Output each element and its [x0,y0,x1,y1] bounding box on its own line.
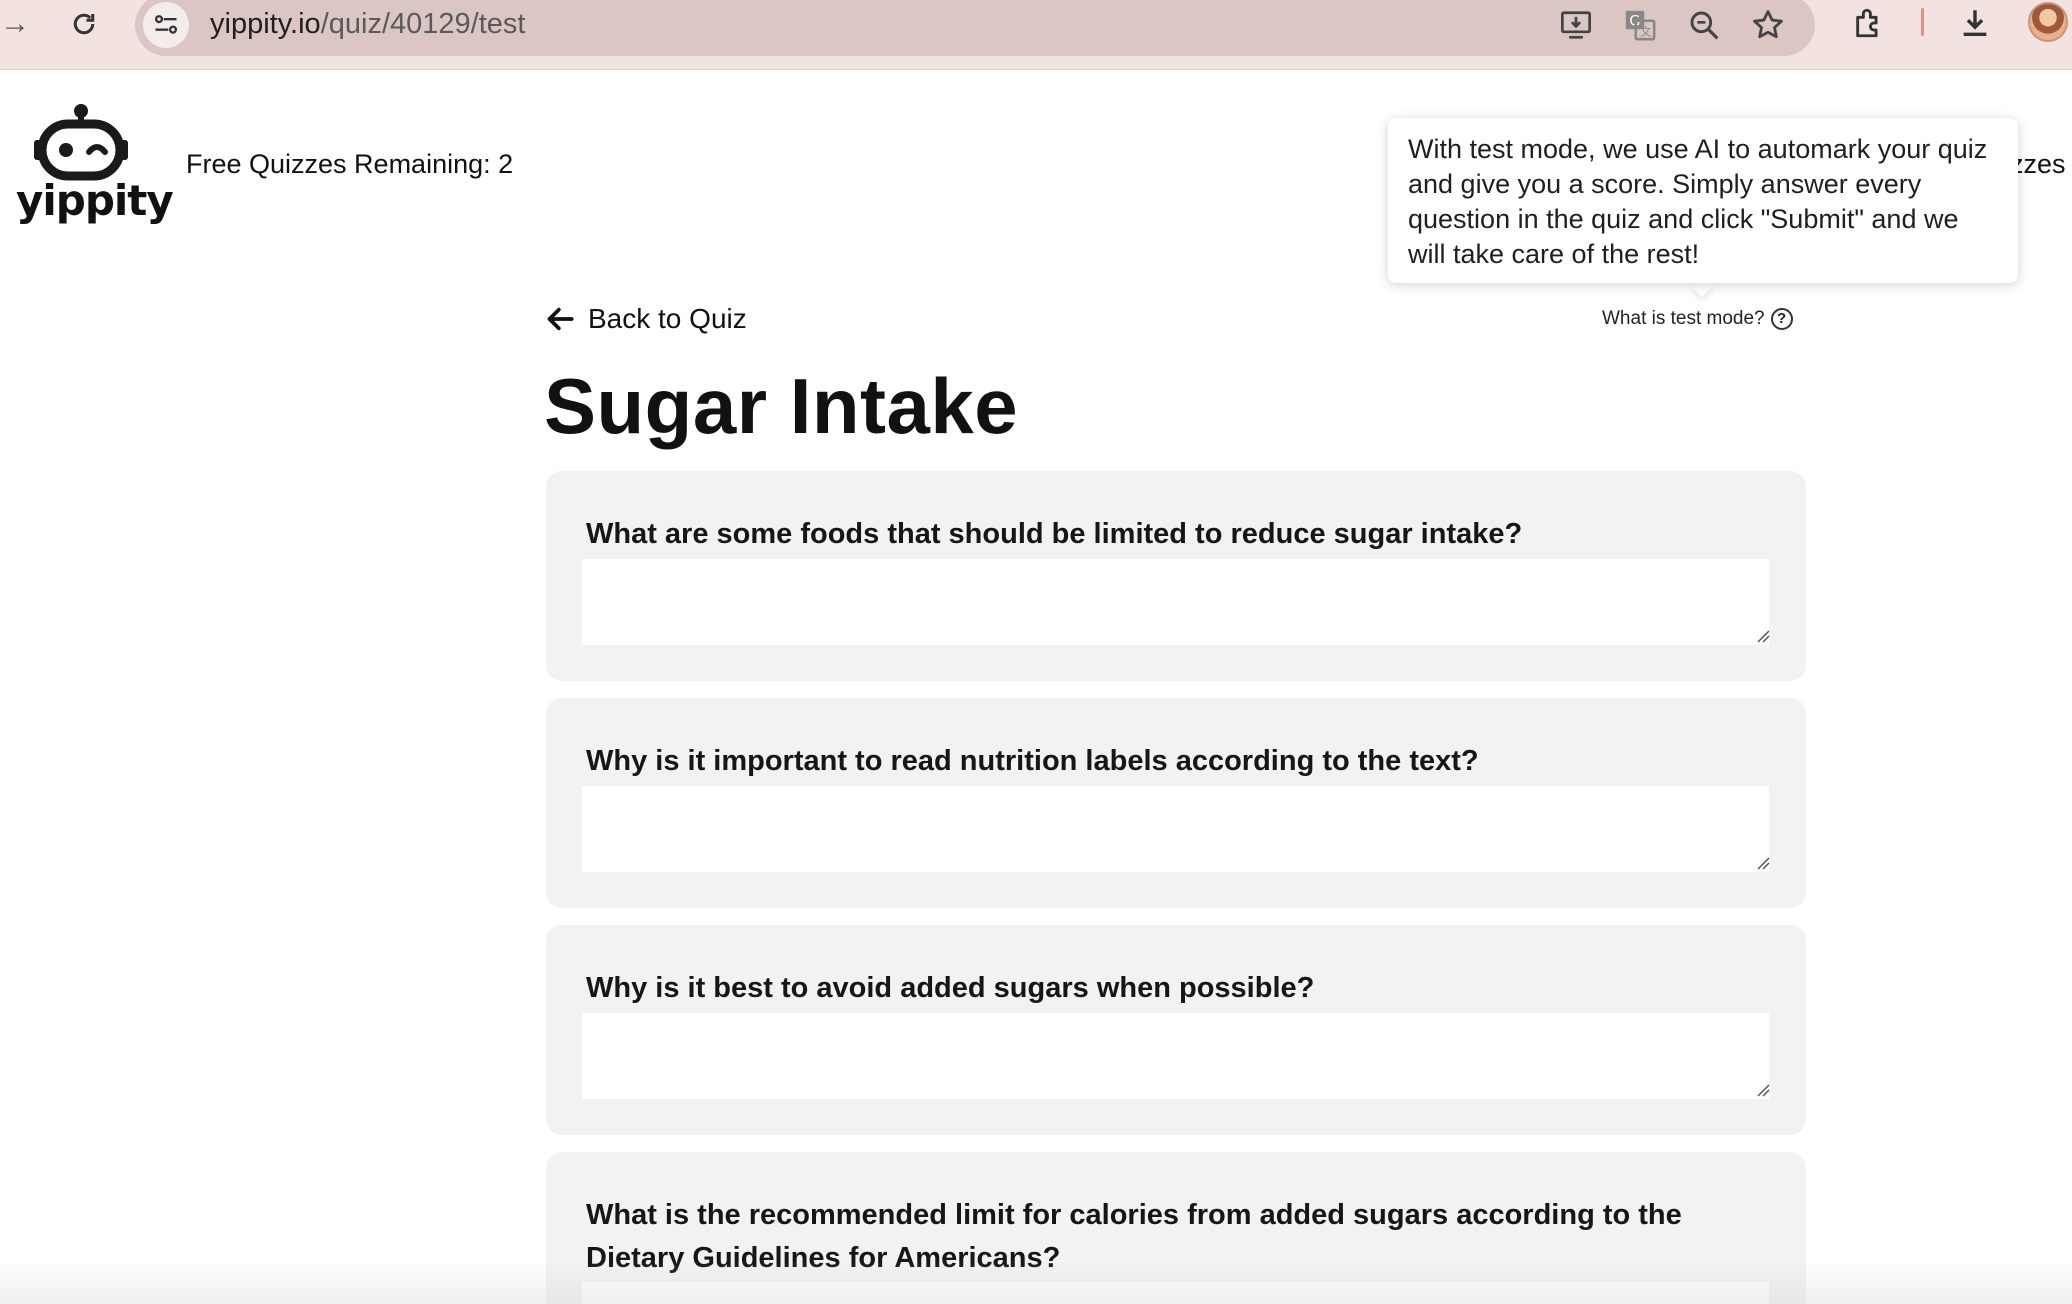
address-bar[interactable]: yippity.io/quiz/40129/test G文 [135,0,1815,56]
download-icon[interactable] [1950,0,2000,46]
extensions-icon[interactable] [1844,0,1894,46]
site-settings-icon[interactable] [143,2,189,48]
resize-handle-icon[interactable] [1756,1083,1770,1097]
page-title: Sugar Intake [544,362,1019,450]
help-icon: ? [1770,308,1793,330]
browser-toolbar: → yippity.io/quiz/40129/test G文 [0,0,2072,70]
forward-arrow-icon[interactable]: → [0,4,30,44]
nav-link-partial[interactable]: zzes [2010,146,2066,182]
answer-input[interactable] [582,1013,1769,1099]
test-mode-label: What is test mode? [1602,308,1765,329]
profile-avatar[interactable] [2028,2,2068,42]
translate-icon[interactable]: G文 [1617,2,1663,48]
logo-wordmark[interactable]: yippity [16,176,174,225]
question-text: Why is it important to read nutrition la… [586,745,1479,777]
url-text[interactable]: yippity.io/quiz/40129/test [210,4,525,44]
question-text: Why is it best to avoid added sugars whe… [586,972,1315,1004]
answer-input[interactable] [582,1282,1769,1304]
back-to-quiz-label: Back to Quiz [588,303,747,334]
zoom-icon[interactable] [1681,2,1727,48]
free-quizzes-remaining: Free Quizzes Remaining: 2 [186,149,514,179]
reload-icon[interactable] [64,2,104,46]
arrow-left-icon [547,307,574,331]
svg-text:文: 文 [1640,25,1651,39]
question-text: What is the recommended limit for calori… [586,1199,1682,1274]
url-path: /quiz/40129/test [320,8,526,40]
question-card: What are some foods that should be limit… [546,471,1806,681]
answer-input[interactable] [582,786,1769,872]
back-to-quiz-link[interactable]: Back to Quiz [546,300,747,338]
resize-handle-icon[interactable] [1756,856,1770,870]
question-card: Why is it best to avoid added sugars whe… [546,925,1806,1135]
question-card: What is the recommended limit for calori… [546,1152,1806,1304]
what-is-test-mode-link[interactable]: What is test mode? ? [1602,306,1793,332]
test-mode-tooltip: With test mode, we use AI to automark yo… [1388,118,2018,283]
toolbar-divider [1921,8,1924,36]
resize-handle-icon[interactable] [1756,629,1770,643]
install-app-icon[interactable] [1553,2,1599,48]
answer-input[interactable] [582,559,1769,645]
question-card: Why is it important to read nutrition la… [546,698,1806,908]
bookmark-star-icon[interactable] [1745,2,1791,48]
question-text: What are some foods that should be limit… [586,518,1523,550]
url-host: yippity.io [210,8,321,40]
